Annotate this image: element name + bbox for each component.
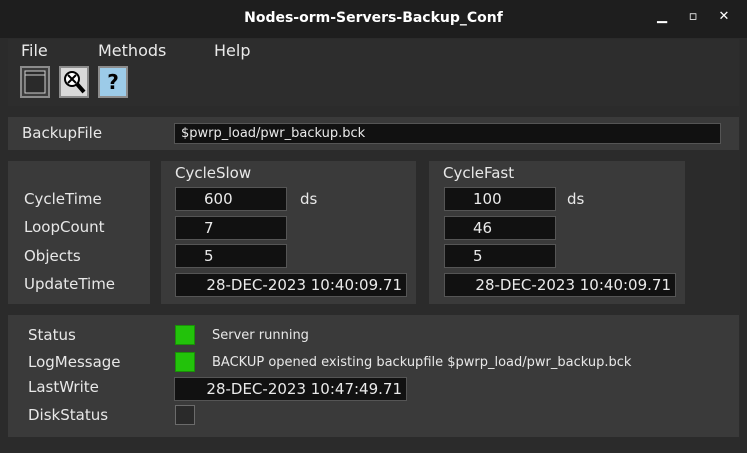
- backup-file-label: BackupFile: [22, 124, 103, 142]
- backup-file-panel: BackupFile $pwrp_load/pwr_backup.bck: [8, 117, 739, 150]
- update-time-label: UpdateTime: [24, 275, 116, 293]
- cycle-slow-update-time-field[interactable]: 28-DEC-2023 10:40:09.71: [175, 273, 407, 297]
- status-indicator: [175, 325, 195, 345]
- last-write-field[interactable]: 28-DEC-2023 10:47:49.71: [174, 377, 407, 401]
- cycle-slow-loop-count-field[interactable]: 7: [175, 216, 287, 240]
- cycle-fast-cycle-time-field[interactable]: 100: [444, 187, 556, 211]
- backup-file-field[interactable]: $pwrp_load/pwr_backup.bck: [174, 123, 721, 144]
- menu-help[interactable]: Help: [214, 41, 250, 60]
- cycle-slow-cycle-time-field[interactable]: 600: [175, 187, 287, 211]
- title-bar: Nodes-orm-Servers-Backup_Conf ▁ ▫ ✕: [0, 0, 747, 38]
- toolbar: ?: [8, 62, 739, 106]
- menu-methods[interactable]: Methods: [98, 41, 166, 60]
- cycle-slow-panel: CycleSlow 600 ds 7 5 28-DEC-2023 10:40:0…: [161, 161, 416, 304]
- cycle-slow-objects-field[interactable]: 5: [175, 244, 287, 268]
- status-text: Server running: [212, 328, 309, 343]
- cycle-fast-objects-field[interactable]: 5: [444, 244, 556, 268]
- menu-file[interactable]: File: [21, 41, 48, 60]
- last-write-label: LastWrite: [28, 378, 99, 396]
- disk-status-indicator: [175, 405, 195, 425]
- cycle-slow-unit: ds: [300, 190, 318, 208]
- zoom-reset-icon: [61, 68, 87, 96]
- log-message-text: BACKUP opened existing backupfile $pwrp_…: [212, 355, 632, 370]
- status-panel: Status Server running LogMessage BACKUP …: [8, 315, 739, 437]
- objects-label: Objects: [24, 247, 81, 265]
- menu-bar: File Methods Help: [8, 39, 739, 62]
- cycle-fast-unit: ds: [567, 190, 585, 208]
- graph-button[interactable]: [20, 66, 50, 98]
- cycle-fast-loop-count-field[interactable]: 46: [444, 216, 556, 240]
- log-message-label: LogMessage: [28, 353, 121, 371]
- graph-icon: [24, 70, 46, 94]
- disk-status-label: DiskStatus: [28, 406, 109, 424]
- log-message-indicator: [175, 352, 195, 372]
- cycle-fast-title: CycleFast: [443, 164, 515, 182]
- status-label: Status: [28, 326, 76, 344]
- help-button[interactable]: ?: [98, 66, 128, 98]
- minimize-icon[interactable]: ▁: [654, 9, 670, 25]
- close-icon[interactable]: ✕: [716, 9, 732, 25]
- zoom-reset-button[interactable]: [59, 66, 89, 98]
- cycle-time-label: CycleTime: [24, 190, 102, 208]
- window-title: Nodes-orm-Servers-Backup_Conf: [244, 10, 503, 26]
- cycle-labels-panel: CycleTime LoopCount Objects UpdateTime: [8, 161, 150, 304]
- cycle-fast-panel: CycleFast 100 ds 46 5 28-DEC-2023 10:40:…: [429, 161, 685, 304]
- loop-count-label: LoopCount: [24, 218, 105, 236]
- help-icon: ?: [107, 70, 119, 94]
- cycle-fast-update-time-field[interactable]: 28-DEC-2023 10:40:09.71: [444, 273, 676, 297]
- maximize-icon[interactable]: ▫: [685, 9, 701, 25]
- cycle-slow-title: CycleSlow: [175, 164, 252, 182]
